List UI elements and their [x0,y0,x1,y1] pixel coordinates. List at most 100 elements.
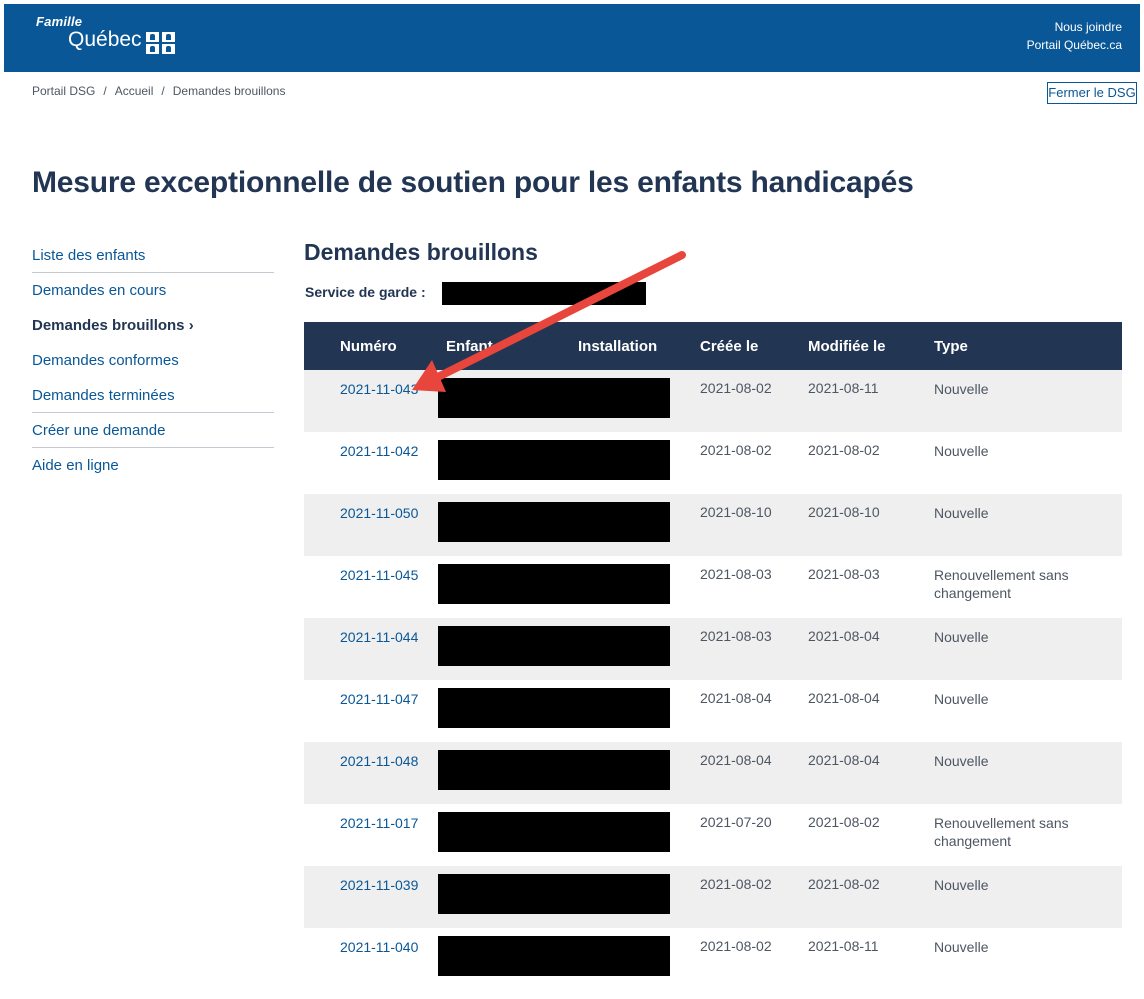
header-links: Nous joindre Portail Québec.ca [1027,18,1122,54]
redacted-child-info [438,502,670,542]
type-text: Renouvellement sans changement [934,567,1069,601]
service-de-garde-label: Service de garde : [305,284,426,300]
fermer-dsg-button[interactable]: Fermer le DSG [1047,82,1137,104]
cell-numero: 2021-11-047 [304,680,438,742]
cell-numero: 2021-11-045 [304,556,438,618]
sidebar-item-aide-en-ligne[interactable]: Aide en ligne [32,448,274,483]
cell-creee-le: 2021-08-03 [700,556,808,618]
drafts-table: Numéro Enfant Installation Créée le Modi… [304,322,1122,990]
cell-creee-le: 2021-08-10 [700,494,808,556]
header-bar: Famille Québec Nous joindre Portail Québ… [4,4,1140,72]
cell-creee-le: 2021-08-02 [700,866,808,928]
cell-type: Nouvelle [934,680,1122,742]
column-header-modifiee-le[interactable]: Modifiée le [808,322,934,370]
redacted-child-info [438,626,670,666]
numero-link[interactable]: 2021-11-050 [340,504,420,522]
cell-numero: 2021-11-042 [304,432,438,494]
cell-numero: 2021-11-050 [304,494,438,556]
numero-link[interactable]: 2021-11-043 [340,380,420,398]
table-row: 2021-11-017 2021-07-20 2021-08-02 Renouvell… [304,804,1122,866]
cell-creee-le: 2021-08-04 [700,742,808,804]
type-text: Nouvelle [934,939,989,955]
type-text: Nouvelle [934,443,989,459]
column-header-installation[interactable]: Installation [568,322,700,370]
breadcrumb-portail-dsg[interactable]: Portail DSG [32,84,95,98]
type-text: Nouvelle [934,753,989,769]
table-header-row: Numéro Enfant Installation Créée le Modi… [304,322,1122,370]
cell-creee-le: 2021-08-02 [700,370,808,432]
cell-creee-le: 2021-08-02 [700,928,808,990]
sidebar-item-liste-enfants[interactable]: Liste des enfants [32,238,274,273]
type-text: Nouvelle [934,629,989,645]
table-row: 2021-11-043 2021-08-02 2021-08-11 Nouvelle [304,370,1122,432]
breadcrumb: Portail DSG / Accueil / Demandes brouillons [32,84,285,98]
breadcrumb-separator: / [161,84,165,98]
column-header-type[interactable]: Type [934,322,1122,370]
cell-type: Renouvellement sans changement [934,804,1122,866]
numero-link[interactable]: 2021-11-017 [340,814,420,832]
redacted-child-info [438,688,670,728]
breadcrumb-current: Demandes brouillons [172,84,286,98]
sidebar-item-demandes-conformes[interactable]: Demandes conformes [32,343,274,378]
sidebar-item-demandes-en-cours[interactable]: Demandes en cours [32,273,274,308]
cell-creee-le: 2021-07-20 [700,804,808,866]
cell-modifiee-le: 2021-08-04 [808,742,934,804]
redacted-child-info [438,874,670,914]
numero-link[interactable]: 2021-11-045 [340,566,420,584]
table-row: 2021-11-039 2021-08-02 2021-08-02 Nouvelle [304,866,1122,928]
sidebar-item-creer-demande[interactable]: Créer une demande [32,413,274,448]
type-text: Renouvellement sans changement [934,815,1069,849]
cell-type: Renouvellement sans changement [934,556,1122,618]
section-title: Demandes brouillons [304,239,538,265]
cell-creee-le: 2021-08-03 [700,618,808,680]
column-header-numero[interactable]: Numéro [304,322,438,370]
cell-type: Nouvelle [934,494,1122,556]
cell-numero: 2021-11-040 [304,928,438,990]
cell-numero: 2021-11-017 [304,804,438,866]
cell-numero: 2021-11-043 [304,370,438,432]
numero-link[interactable]: 2021-11-048 [340,752,420,770]
table-row: 2021-11-050 2021-08-10 2021-08-10 Nouvelle [304,494,1122,556]
cell-type: Nouvelle [934,618,1122,680]
sidebar-item-demandes-brouillons[interactable]: Demandes brouillons › [32,308,274,343]
cell-modifiee-le: 2021-08-02 [808,804,934,866]
type-text: Nouvelle [934,691,989,707]
quebec-flag-icon [146,32,176,54]
redacted-child-info [438,812,670,852]
table-row: 2021-11-045 2021-08-03 2021-08-03 Renouvell… [304,556,1122,618]
table-row: 2021-11-047 2021-08-04 2021-08-04 Nouvelle [304,680,1122,742]
table-row: 2021-11-040 2021-08-02 2021-08-11 Nouvelle [304,928,1122,990]
numero-link[interactable]: 2021-11-039 [340,876,420,894]
portail-quebec-link[interactable]: Portail Québec.ca [1027,36,1122,54]
column-header-enfant[interactable]: Enfant [438,322,568,370]
cell-modifiee-le: 2021-08-11 [808,370,934,432]
column-header-creee-le[interactable]: Créée le [700,322,808,370]
cell-type: Nouvelle [934,742,1122,804]
breadcrumb-accueil[interactable]: Accueil [115,84,154,98]
cell-creee-le: 2021-08-04 [700,680,808,742]
main-content: Demandes brouillons Service de garde : N… [304,234,1122,990]
numero-link[interactable]: 2021-11-047 [340,690,420,708]
type-text: Nouvelle [934,381,989,397]
cell-modifiee-le: 2021-08-03 [808,556,934,618]
redacted-child-info [438,936,670,976]
cell-numero: 2021-11-044 [304,618,438,680]
cell-type: Nouvelle [934,432,1122,494]
breadcrumb-separator: / [103,84,107,98]
redacted-child-info [438,750,670,790]
type-text: Nouvelle [934,505,989,521]
table-row: 2021-11-042 2021-08-02 2021-08-02 Nouvelle [304,432,1122,494]
sidebar-nav: Liste des enfants Demandes en cours Dema… [32,238,274,483]
type-text: Nouvelle [934,877,989,893]
cell-modifiee-le: 2021-08-04 [808,618,934,680]
sidebar-item-demandes-terminees[interactable]: Demandes terminées [32,378,274,413]
page-title: Mesure exceptionnelle de soutien pour le… [32,166,914,199]
numero-link[interactable]: 2021-11-044 [340,628,420,646]
numero-link[interactable]: 2021-11-040 [340,938,420,956]
cell-creee-le: 2021-08-02 [700,432,808,494]
cell-modifiee-le: 2021-08-11 [808,928,934,990]
nous-joindre-link[interactable]: Nous joindre [1027,18,1122,36]
numero-link[interactable]: 2021-11-042 [340,442,420,460]
table-row: 2021-11-044 2021-08-03 2021-08-04 Nouvelle [304,618,1122,680]
logo-famille-text: Famille [36,14,83,29]
